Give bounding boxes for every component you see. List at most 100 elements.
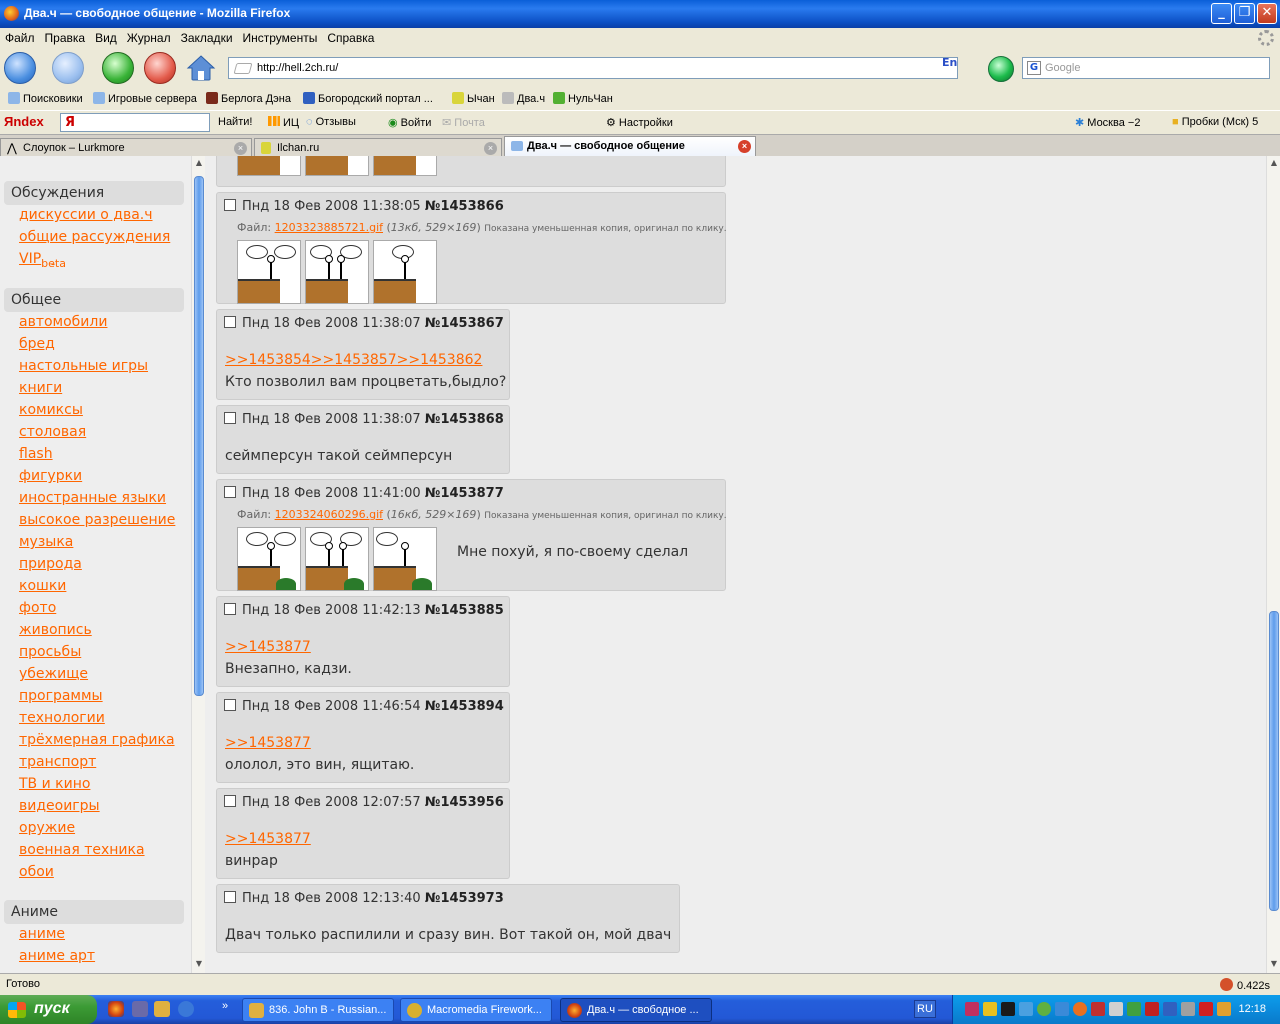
yandex-ic-button[interactable]: ИЦ [268,116,299,129]
comic-thumbnail[interactable] [373,527,437,591]
menu-edit[interactable]: Правка [40,28,91,45]
tray-icon[interactable] [1001,1002,1015,1016]
scroll-down-arrow[interactable]: ▼ [193,959,205,971]
reply-link[interactable]: >>1453877 [225,639,311,655]
scroll-up-arrow[interactable]: ▲ [1268,158,1280,170]
url-bar[interactable]: http://hell.2ch.ru/ [228,57,958,79]
menu-help[interactable]: Справка [322,28,379,45]
post-checkbox[interactable] [224,486,236,498]
bookmark-item[interactable]: Ычан [452,92,495,105]
comic-thumbnail[interactable] [373,156,437,176]
sidebar-link-vip[interactable]: VIPbeta [19,251,66,270]
file-link[interactable]: 1203324060296.gif [275,508,383,521]
bookmark-item[interactable]: Богородский портал ... [303,92,433,105]
app-quicklaunch-icon[interactable] [132,1001,148,1017]
maximize-button[interactable]: ❐ [1234,3,1255,24]
sidebar-link[interactable]: комиксы [19,402,83,418]
sidebar-link[interactable]: живопись [19,622,92,638]
taskbar-item[interactable]: 836. John B - Russian... [242,998,394,1022]
go-button[interactable] [988,56,1014,82]
url-text[interactable]: http://hell.2ch.ru/ [257,62,338,74]
minimize-button[interactable]: _ [1211,3,1232,24]
sidebar-link[interactable]: просьбы [19,644,81,660]
sidebar-link[interactable]: убежище [19,666,88,682]
post-checkbox[interactable] [224,316,236,328]
sidebar-link[interactable]: оружие [19,820,75,836]
tab-close-icon[interactable]: × [738,140,751,153]
firefox-quicklaunch-icon[interactable] [108,1001,124,1017]
bookmark-item[interactable]: Два.ч [502,92,545,105]
quicklaunch-expand-icon[interactable]: » [222,1000,228,1012]
tray-icon[interactable] [1019,1002,1033,1016]
comic-thumbnail[interactable] [237,527,301,591]
tab-dvach[interactable]: Два.ч — свободное общение × [504,136,756,157]
sidebar-link[interactable]: программы [19,688,103,704]
search-box[interactable]: G Google [1022,57,1270,79]
tab-ilchan[interactable]: Ilchan.ru × [254,138,502,157]
app-quicklaunch-icon[interactable] [154,1001,170,1017]
menu-file[interactable]: Файл [0,28,40,45]
reply-link[interactable]: >>1453877 [225,831,311,847]
menu-history[interactable]: Журнал [122,28,176,45]
yandex-mail-button[interactable]: ✉ Почта [442,116,485,129]
tray-icon[interactable] [1037,1002,1051,1016]
addon-icon[interactable] [1219,978,1233,991]
forward-button[interactable] [52,52,84,84]
back-button[interactable] [4,52,36,84]
sidebar-link[interactable]: flash [19,446,53,462]
sidebar-link[interactable]: аниме арт [19,948,95,964]
sidebar-link[interactable]: природа [19,556,82,572]
sidebar-link[interactable]: высокое разрешение [19,512,175,528]
tray-icon[interactable] [1163,1002,1177,1016]
scroll-up-arrow[interactable]: ▲ [193,158,205,170]
tray-icon[interactable] [1181,1002,1195,1016]
home-button[interactable] [186,53,216,83]
post-checkbox[interactable] [224,199,236,211]
reply-link[interactable]: >>1453854>>1453857>>1453862 [225,352,482,368]
comic-thumbnail[interactable] [237,240,301,304]
tray-icon[interactable] [1091,1002,1105,1016]
sidebar-link[interactable]: кошки [19,578,66,594]
post-checkbox[interactable] [224,699,236,711]
sidebar-link[interactable]: трёхмерная графика [19,732,175,748]
yandex-search-input[interactable]: Я [60,113,210,132]
yandex-weather[interactable]: ✱ Москва −2 [1075,116,1140,129]
tab-lurkmore[interactable]: ⋀ Слоупок – Lurkmore × [0,138,252,157]
taskbar-item-active[interactable]: Два.ч — свободное ... [560,998,712,1022]
sidebar-link[interactable]: настольные игры [19,358,148,374]
sidebar-link[interactable]: ТВ и кино [19,776,90,792]
yandex-settings-button[interactable]: ⚙ Настройки [606,116,673,129]
tray-icon[interactable] [1109,1002,1123,1016]
sidebar-link[interactable]: технологии [19,710,105,726]
sidebar-link[interactable]: фото [19,600,56,616]
page-scrollbar[interactable]: ▲ ▼ [1266,156,1280,973]
sidebar-link[interactable]: аниме [19,926,65,942]
language-toggle[interactable]: En [942,56,957,69]
scrollbar-thumb[interactable] [1269,611,1279,911]
start-button[interactable]: пуск [0,995,97,1024]
bookmark-item[interactable]: Берлога Дэна [206,92,291,105]
scroll-down-arrow[interactable]: ▼ [1268,959,1280,971]
tray-icon[interactable] [1055,1002,1069,1016]
tray-icon[interactable] [983,1002,997,1016]
sidebar-link[interactable]: обои [19,864,54,880]
file-link[interactable]: 1203323885721.gif [275,221,383,234]
sidebar-link[interactable]: транспорт [19,754,96,770]
sidebar-link[interactable]: автомобили [19,314,107,330]
tray-icon[interactable] [965,1002,979,1016]
post-checkbox[interactable] [224,603,236,615]
comic-thumbnail[interactable] [373,240,437,304]
sidebar-link[interactable]: столовая [19,424,86,440]
post-checkbox[interactable] [224,412,236,424]
comic-thumbnail[interactable] [305,240,369,304]
sidebar-link[interactable]: общие рассуждения [19,229,170,245]
tray-icon[interactable] [1145,1002,1159,1016]
menu-tools[interactable]: Инструменты [238,28,323,45]
comic-thumbnail[interactable] [305,156,369,176]
yandex-reviews-button[interactable]: ◌ Отзывы [306,116,356,128]
post-checkbox[interactable] [224,795,236,807]
taskbar-item[interactable]: Macromedia Firework... [400,998,552,1022]
sidebar-link[interactable]: бред [19,336,55,352]
tab-close-icon[interactable]: × [484,142,497,155]
tray-icon[interactable] [1199,1002,1213,1016]
